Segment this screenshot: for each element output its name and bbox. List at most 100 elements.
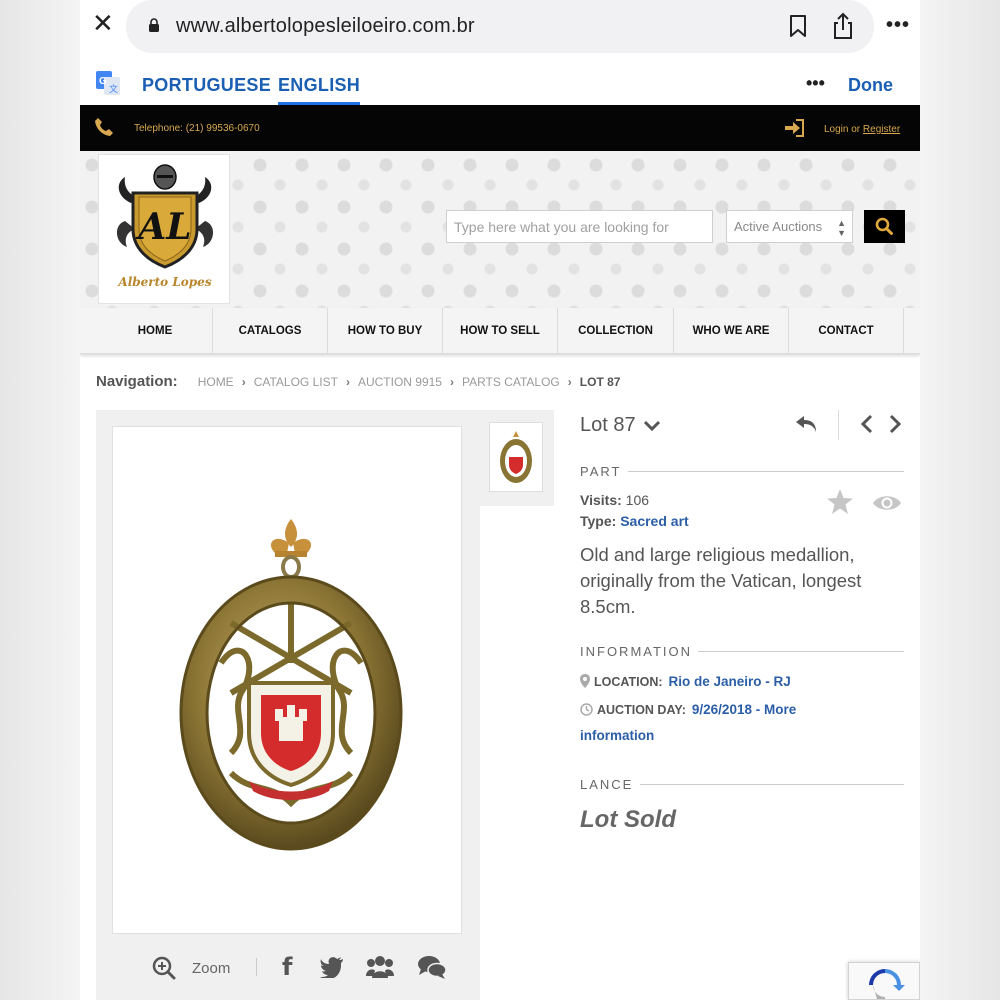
done-button[interactable]: Done bbox=[848, 75, 893, 96]
zoom-icon[interactable] bbox=[152, 956, 176, 980]
location-value-link[interactable]: Rio de Janeiro - RJ bbox=[669, 674, 791, 689]
browser-frame: ✕ www.albertolopesleiloeiro.com.br ••• G… bbox=[80, 0, 920, 1000]
previous-lot-icon[interactable] bbox=[860, 414, 874, 434]
type-value-link[interactable]: Sacred art bbox=[620, 513, 688, 529]
location-row: LOCATION: Rio de Janeiro - RJ bbox=[580, 674, 791, 689]
thumbnail-medallion bbox=[500, 431, 532, 483]
search-input[interactable] bbox=[446, 210, 713, 243]
chevron-right-icon: › bbox=[241, 375, 246, 389]
location-pin-icon bbox=[580, 674, 590, 688]
url-text: www.albertolopesleiloeiro.com.br bbox=[176, 15, 475, 37]
section-information-label: INFORMATION bbox=[580, 644, 693, 659]
back-icon[interactable] bbox=[794, 414, 818, 434]
search-button[interactable] bbox=[864, 210, 905, 243]
gallery-panel: Zoom f bbox=[96, 410, 480, 1000]
nav-collection[interactable]: COLLECTION bbox=[558, 308, 674, 354]
toolbar-divider bbox=[256, 958, 257, 976]
address-bar[interactable]: www.albertolopesleiloeiro.com.br bbox=[126, 0, 874, 53]
more-information-link[interactable]: information bbox=[580, 728, 654, 743]
chevron-right-icon: › bbox=[345, 375, 350, 389]
section-lance-label: LANCE bbox=[580, 777, 634, 792]
breadcrumb-auction[interactable]: AUCTION 9915 bbox=[358, 375, 442, 389]
breadcrumb-label: Navigation: bbox=[96, 373, 178, 390]
section-part-label: PART bbox=[580, 464, 622, 479]
eye-icon[interactable] bbox=[872, 492, 902, 514]
next-lot-icon[interactable] bbox=[888, 414, 902, 434]
gallery-toolbar: Zoom f bbox=[112, 938, 462, 998]
logo-name: Alberto Lopes bbox=[118, 275, 212, 289]
auction-day-row: AUCTION DAY: 9/26/2018 - More bbox=[580, 702, 796, 717]
group-icon[interactable] bbox=[366, 954, 394, 978]
login-link[interactable]: Login or bbox=[824, 124, 863, 135]
thumbnail-image[interactable] bbox=[489, 422, 543, 492]
main-nav: HOME CATALOGS HOW TO BUY HOW TO SELL COL… bbox=[80, 308, 920, 354]
auction-day-value-link[interactable]: 9/26/2018 - More bbox=[692, 702, 796, 717]
google-translate-icon: G 文 bbox=[96, 71, 120, 95]
section-divider bbox=[640, 784, 904, 785]
lock-icon bbox=[149, 18, 159, 32]
auction-filter-value: Active Auctions bbox=[734, 219, 823, 234]
logo-monogram: AL bbox=[135, 206, 191, 248]
top-contact-bar: Telephone: (21) 99536-0670 Login or Regi… bbox=[80, 105, 920, 151]
chevron-right-icon: › bbox=[567, 375, 572, 389]
auction-filter-select[interactable]: Active Auctions ▲ ▼ bbox=[726, 210, 853, 243]
nav-who-we-are[interactable]: WHO WE ARE bbox=[674, 308, 789, 354]
auction-day-label: AUCTION DAY: bbox=[597, 703, 686, 717]
chevron-down-icon bbox=[644, 420, 661, 431]
zoom-label[interactable]: Zoom bbox=[192, 960, 230, 977]
more-icon[interactable]: ••• bbox=[886, 14, 910, 37]
breadcrumb: Navigation: HOME › CATALOG LIST › AUCTION 991… bbox=[96, 373, 620, 393]
phone-icon bbox=[95, 118, 113, 136]
breadcrumb-catalog-list[interactable]: CATALOG LIST bbox=[254, 375, 338, 389]
lot-status: Lot Sold bbox=[580, 806, 676, 833]
share-icon[interactable] bbox=[832, 12, 854, 40]
visits-label: Visits: bbox=[580, 492, 622, 508]
medallion-image bbox=[179, 519, 403, 851]
lot-description: Old and large religious medallion, origi… bbox=[580, 544, 862, 617]
svg-text:文: 文 bbox=[109, 83, 118, 94]
twitter-icon[interactable] bbox=[320, 956, 344, 978]
register-link[interactable]: Register bbox=[863, 124, 900, 135]
close-icon[interactable]: ✕ bbox=[92, 11, 114, 37]
svg-text:G: G bbox=[99, 76, 107, 87]
visits-value: 106 bbox=[625, 492, 650, 508]
section-divider bbox=[698, 651, 904, 652]
tab-portuguese[interactable]: PORTUGUESE bbox=[142, 75, 271, 96]
visits-field: Visits: 106 bbox=[580, 492, 649, 508]
lot-title[interactable]: Lot 87 bbox=[580, 414, 661, 437]
clock-icon bbox=[580, 703, 593, 716]
star-icon[interactable] bbox=[826, 488, 854, 516]
tab-english[interactable]: ENGLISH bbox=[278, 75, 361, 105]
search-icon bbox=[875, 217, 893, 235]
recaptcha-icon bbox=[869, 969, 905, 999]
nav-how-to-sell[interactable]: HOW TO SELL bbox=[443, 308, 558, 354]
facebook-icon[interactable]: f bbox=[282, 954, 296, 980]
breadcrumb-parts-catalog[interactable]: PARTS CATALOG bbox=[462, 375, 560, 389]
translate-bar: G 文 PORTUGUESE ENGLISH ••• Done bbox=[80, 53, 920, 105]
lot-title-text: Lot 87 bbox=[580, 414, 636, 436]
breadcrumb-home[interactable]: HOME bbox=[198, 375, 234, 389]
type-field: Type: Sacred art bbox=[580, 513, 689, 529]
chevron-right-icon: › bbox=[449, 375, 454, 389]
login-text: Login or Register bbox=[824, 124, 900, 135]
translate-more-icon[interactable]: ••• bbox=[806, 73, 825, 94]
main-lot-image[interactable] bbox=[112, 426, 462, 934]
section-divider bbox=[628, 471, 904, 472]
select-arrows-icon: ▲ ▼ bbox=[837, 218, 846, 238]
login-icon[interactable] bbox=[784, 119, 804, 137]
breadcrumb-current: LOT 87 bbox=[579, 375, 621, 389]
telephone-text: Telephone: (21) 99536-0670 bbox=[134, 123, 260, 134]
auction-day-row-continued: information bbox=[580, 728, 654, 743]
browser-toolbar: ✕ www.albertolopesleiloeiro.com.br ••• bbox=[80, 0, 920, 53]
site-logo[interactable]: AL Alberto Lopes bbox=[98, 154, 230, 304]
nav-how-to-buy[interactable]: HOW TO BUY bbox=[328, 308, 443, 354]
thumbnail-strip bbox=[480, 410, 554, 506]
recaptcha-badge[interactable] bbox=[848, 962, 920, 1000]
nav-home[interactable]: HOME bbox=[98, 308, 213, 354]
chat-icon[interactable] bbox=[418, 955, 446, 979]
nav-contact[interactable]: CONTACT bbox=[789, 308, 904, 354]
bookmark-icon[interactable] bbox=[788, 14, 808, 38]
nav-catalogs[interactable]: CATALOGS bbox=[213, 308, 328, 354]
coat-of-arms-logo: AL bbox=[116, 164, 214, 269]
location-label: LOCATION: bbox=[594, 675, 663, 689]
